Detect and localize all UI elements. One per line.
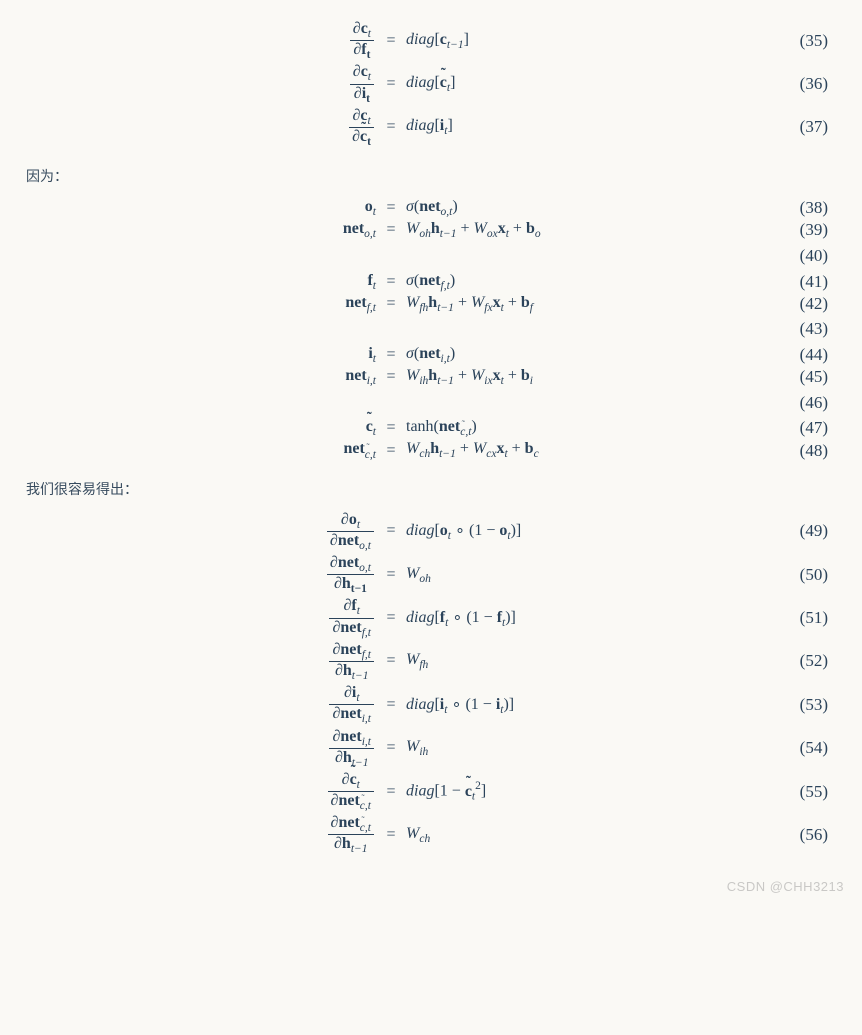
equation-47: ct = tanh(netc,t) (47): [26, 418, 836, 438]
watermark: CSDN @CHH3213: [727, 879, 844, 894]
equation-53: ∂it ∂neti,t = diag[it ∘ (1 − it)] (53): [26, 684, 836, 725]
equation-49: ∂ot ∂neto,t = diag[ot ∘ (1 − ot)] (49): [26, 511, 836, 552]
equation-39: neto,t = Wohht−1 + Woxxt + bo (39): [26, 220, 836, 240]
narrative-derive: 我们很容易得出：: [26, 479, 836, 499]
equation-43: (43): [26, 316, 836, 343]
equation-50: ∂neto,t ∂ht−1 = Woh (50): [26, 554, 836, 595]
equation-55: ∂ct ∂netc,t = diag[1 − ct2] (55): [26, 771, 836, 812]
narrative-because: 因为：: [26, 166, 836, 186]
equation-block-35-37: ∂ct ∂ft = diag[ct−1] (35) ∂ct ∂it = diag…: [26, 20, 836, 148]
eq-number: (35): [768, 31, 836, 51]
equation-block-49-56: ∂ot ∂neto,t = diag[ot ∘ (1 − ot)] (49) ∂…: [26, 511, 836, 856]
equation-51: ∂ft ∂netf,t = diag[ft ∘ (1 − ft)] (51): [26, 597, 836, 638]
eq-number: (36): [768, 74, 836, 94]
equation-41: ft = σ(netf,t) (41): [26, 272, 836, 292]
eq-number: (37): [768, 117, 836, 137]
equation-48: netc,t = Wchht−1 + Wcxxt + bc (48): [26, 440, 836, 460]
equation-40: (40): [26, 243, 836, 270]
equation-44: it = σ(neti,t) (44): [26, 345, 836, 365]
equation-56: ∂netc,t ∂ht−1 = Wch (56): [26, 814, 836, 855]
equation-36: ∂ct ∂it = diag[ct] (36): [26, 63, 836, 104]
equation-35: ∂ct ∂ft = diag[ct−1] (35): [26, 20, 836, 61]
equation-42: netf,t = Wfhht−1 + Wfxxt + bf (42): [26, 294, 836, 314]
equation-52: ∂netf,t ∂ht−1 = Wfh (52): [26, 641, 836, 682]
equation-54: ∂neti,t ∂ht−1 = Wih (54): [26, 728, 836, 769]
equation-46: (46): [26, 389, 836, 416]
equation-37: ∂ct ∂ct = diag[it] (37): [26, 107, 836, 148]
equation-block-38-48: ot = σ(neto,t) (38) neto,t = Wohht−1 + W…: [26, 198, 836, 461]
equation-38: ot = σ(neto,t) (38): [26, 198, 836, 218]
equation-45: neti,t = Wihht−1 + Wixxt + bi (45): [26, 367, 836, 387]
